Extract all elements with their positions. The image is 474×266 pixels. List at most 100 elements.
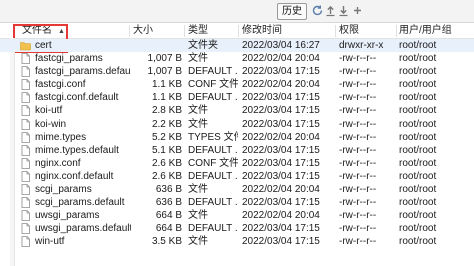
file-row[interactable]: cert 文件夹 2022/03/04 16:27 drwxr-xr-x root/ro… [0,39,474,53]
column-divider[interactable] [396,25,397,37]
file-name: koi-win [35,118,67,130]
file-permissions: -rw-r--r-- [339,79,377,91]
file-row[interactable]: scgi_params.default 636 B DEFAULT ... 2022/… [0,196,474,209]
file-type: 文件夹 [188,40,218,51]
file-name: mime.types.default [35,144,119,156]
file-size: 2.8 KB [151,105,182,117]
file-icon [21,223,30,235]
file-modified: 2022/02/04 20:04 [242,131,320,143]
file-permissions: drwxr-xr-x [339,40,384,51]
file-row[interactable]: fastcgi.conf 1.1 KB CONF 文件 2022/02/04 20:0… [0,78,474,91]
file-size: 3.5 KB [151,236,182,248]
folder-icon [20,42,31,51]
file-name: scgi_params [35,184,92,196]
file-modified: 2022/03/04 17:15 [242,170,320,182]
file-owner: root/root [399,79,437,91]
file-permissions: -rw-r--r-- [339,197,377,209]
column-size[interactable]: 大小 [133,24,153,38]
file-owner: root/root [399,144,437,156]
column-divider[interactable] [129,25,130,37]
file-type: 文件 [188,184,208,196]
file-name: win-utf [35,236,65,248]
file-owner: root/root [399,92,437,104]
column-owner[interactable]: 用户/用户组 [399,24,452,38]
file-permissions: -rw-r--r-- [339,184,377,196]
file-size: 636 B [155,197,182,209]
file-permissions: -rw-r--r-- [339,53,377,65]
file-permissions: -rw-r--r-- [339,223,377,235]
file-row[interactable]: mime.types.default 5.1 KB DEFAULT ... 2022/… [0,144,474,157]
toolbar: 历史 [0,0,474,23]
column-name[interactable]: 文件名 [22,24,52,38]
file-type: DEFAULT ... [188,170,238,182]
file-permissions: -rw-r--r-- [339,92,377,104]
file-name: uwsgi_params.default [35,223,131,235]
file-row[interactable]: uwsgi_params 664 B 文件 2022/02/04 20:04 -rw-r… [0,209,474,222]
file-permissions: -rw-r--r-- [339,118,377,130]
file-modified: 2022/03/04 17:15 [242,118,320,130]
more-icon[interactable] [351,4,364,17]
file-size: 636 B [155,184,182,196]
file-type: 文件 [188,53,208,65]
file-size: 2.6 KB [151,157,182,169]
file-row[interactable]: koi-win 2.2 KB 文件 2022/03/04 17:15 -rw-r--r-… [0,118,474,131]
file-permissions: -rw-r--r-- [339,157,377,169]
file-size: 1,007 B [147,66,182,78]
file-name: nginx.conf [35,157,81,169]
column-modified[interactable]: 修改时间 [242,24,282,38]
file-name: fastcgi_params.default [35,66,131,78]
file-modified: 2022/03/04 17:15 [242,236,320,248]
column-permissions[interactable]: 权限 [339,24,359,38]
file-row[interactable]: mime.types 5.2 KB TYPES 文件 2022/02/04 20:04… [0,131,474,144]
file-modified: 2022/03/04 17:15 [242,105,320,117]
file-row[interactable]: koi-utf 2.8 KB 文件 2022/03/04 17:15 -rw-r--r-… [0,104,474,117]
file-icon [21,144,30,156]
file-row[interactable]: scgi_params 636 B 文件 2022/02/04 20:04 -rw-r-… [0,183,474,196]
file-icon [21,157,30,169]
file-name: fastcgi_params [35,53,103,65]
file-name: fastcgi.conf.default [35,92,119,104]
file-icon [21,66,30,78]
file-owner: root/root [399,184,437,196]
file-row[interactable]: win-utf 3.5 KB 文件 2022/03/04 17:15 -rw-r--r-… [0,235,474,248]
file-modified: 2022/02/04 20:04 [242,79,320,91]
file-name: scgi_params.default [35,197,125,209]
file-size: 2.6 KB [151,170,182,182]
file-size: 5.2 KB [151,131,182,143]
sort-ascending-icon: ▲ [58,28,65,35]
download-icon[interactable] [337,4,350,17]
file-owner: root/root [399,105,437,117]
file-owner: root/root [399,170,437,182]
file-row[interactable]: nginx.conf 2.6 KB CONF 文件 2022/03/04 17:15 -… [0,157,474,170]
upload-icon[interactable] [324,4,337,17]
file-permissions: -rw-r--r-- [339,170,377,182]
file-size: 664 B [155,223,182,235]
file-row[interactable]: uwsgi_params.default 664 B DEFAULT ... 2022… [0,222,474,235]
column-type[interactable]: 类型 [188,24,208,38]
file-modified: 2022/03/04 17:15 [242,92,320,104]
file-size: 1.1 KB [151,92,182,104]
file-size: 1,007 B [147,53,182,65]
file-modified: 2022/03/04 17:15 [242,223,320,235]
file-type: CONF 文件 [188,79,238,91]
history-button[interactable]: 历史 [277,3,307,20]
file-type: DEFAULT ... [188,144,238,156]
refresh-icon[interactable] [311,4,324,17]
file-owner: root/root [399,223,437,235]
file-row[interactable]: fastcgi_params.default 1,007 B DEFAULT ...… [0,65,474,78]
file-icon [21,53,30,64]
file-owner: root/root [399,157,437,169]
column-divider[interactable] [335,25,336,37]
file-owner: root/root [399,236,437,248]
column-divider[interactable] [184,25,185,37]
file-permissions: -rw-r--r-- [339,131,377,143]
file-row[interactable]: fastcgi_params 1,007 B 文件 2022/02/04 20:04 -… [0,52,474,65]
file-size [131,39,182,52]
file-type: 文件 [188,105,208,117]
file-owner: root/root [399,197,437,209]
file-row[interactable]: nginx.conf.default 2.6 KB DEFAULT ... 2022/… [0,170,474,183]
column-divider[interactable] [238,25,239,37]
file-name: nginx.conf.default [35,170,114,182]
file-row[interactable]: fastcgi.conf.default 1.1 KB DEFAULT ... 202… [0,91,474,104]
file-type: DEFAULT ... [188,66,238,78]
